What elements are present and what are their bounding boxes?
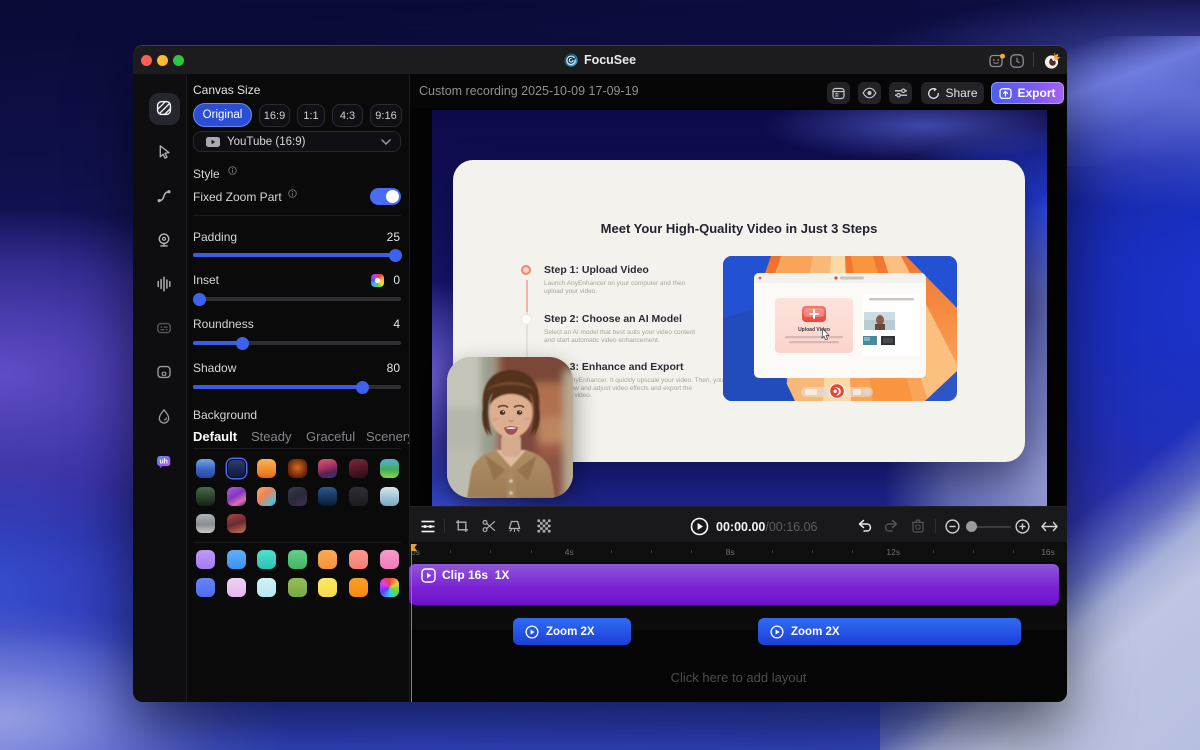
svg-text:uh: uh (159, 459, 167, 466)
